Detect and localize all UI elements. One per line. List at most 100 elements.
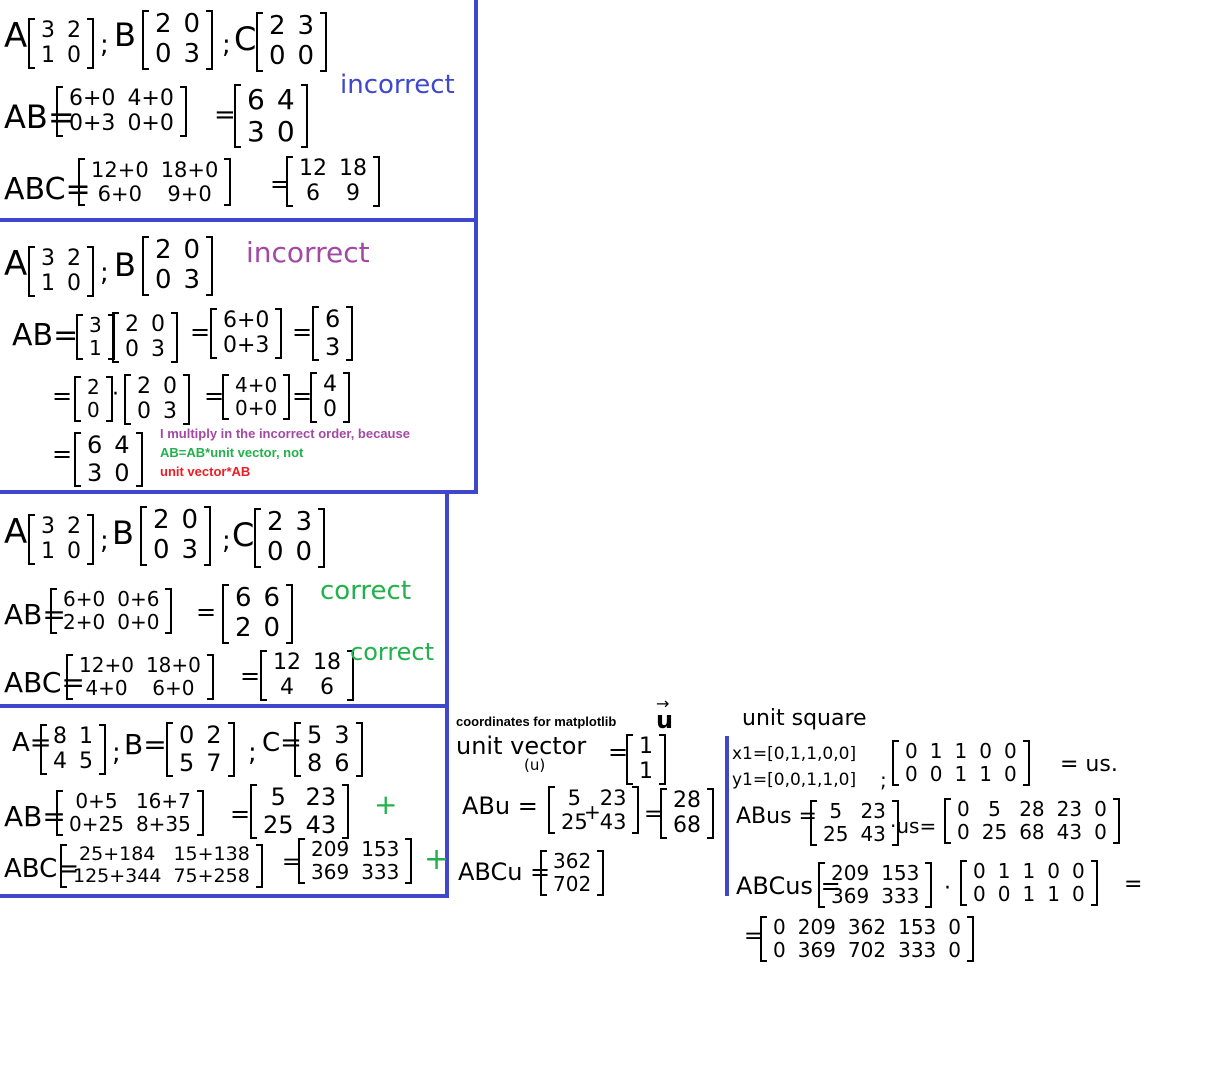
matrix-cell: 18 (313, 650, 341, 675)
equals: = (214, 100, 236, 130)
matrix-cell: 0+6 (117, 587, 160, 611)
left-bracket (210, 308, 217, 359)
matrix-cells: 12+0 18+0 4+0 6+0 (73, 654, 207, 700)
matrix-cells: 6620 (229, 583, 286, 644)
matrix-cell: 5 (307, 721, 323, 749)
left-bracket (222, 374, 229, 420)
left-bracket (286, 156, 293, 207)
right-bracket (342, 784, 350, 840)
matrix-cell: 0 (297, 40, 315, 71)
matrix-cell: 8 (307, 748, 323, 777)
matrix-cell: 3 (334, 721, 350, 749)
unit-square-title: unit square (742, 706, 867, 731)
matrix-cell: 0 (948, 938, 962, 962)
matrix-cell: 1 (41, 539, 55, 565)
matrix-cells: 5386 (301, 721, 356, 777)
matrix-cell: 18+0 (160, 158, 219, 182)
equals: = (196, 598, 217, 626)
matrix-cell: 0 (151, 312, 165, 337)
right-bracket (206, 654, 214, 700)
matrix-cells: 20 (81, 376, 106, 422)
matrix-cell: 25+184 (79, 843, 156, 865)
panel-3-correct: A 3210 ; B 2003 ; C 2300 AB= 6+0 0+6 2+0 0+… (0, 490, 449, 708)
matrix-cell: 43 (860, 822, 886, 846)
matrix-cell: 0 (125, 337, 139, 363)
matrix-cell: 0 (179, 721, 195, 749)
matrix-cell: 209 (311, 837, 350, 861)
matrix-cell: 0 (323, 397, 337, 423)
left-bracket (234, 84, 241, 149)
left-bracket (660, 788, 667, 839)
note-line-2: AB=AB*unit vector, not (160, 445, 304, 460)
matrix-cell: 3 (41, 18, 55, 43)
abus-dot: ·us= (890, 814, 937, 838)
left-bracket (944, 798, 951, 844)
abc-result-matrix: 12 18 6 9 (286, 156, 380, 207)
left-bracket (50, 588, 57, 634)
left-bracket (960, 860, 967, 906)
left-bracket (28, 514, 35, 565)
left-bracket (74, 376, 81, 422)
separator: ; (222, 30, 231, 60)
right-bracket (320, 12, 328, 72)
right-bracket (1022, 740, 1030, 786)
matrix-cells: 0 209 362 153 0 0 369 702 333 0 (767, 916, 967, 962)
ab-result-matrix: 6430 (234, 83, 308, 149)
label-b: B= (124, 728, 167, 761)
right-bracket (300, 84, 308, 149)
matrix-cell: 0 (295, 536, 313, 567)
left-bracket (140, 506, 147, 566)
label-c: C (232, 516, 255, 554)
equals: = (52, 382, 73, 410)
matrix-cell: 3 (151, 337, 165, 363)
matrix-cell: 3 (183, 38, 201, 69)
matrix-cell: 9 (346, 181, 360, 207)
matrix-cell: 6 (247, 83, 265, 116)
separator: ; (222, 526, 231, 556)
matrix-cell: 6+0 (69, 86, 116, 111)
matrix-cell: 4 (114, 431, 130, 459)
matrix-cell: 0+3 (223, 333, 270, 359)
matrix-cell: 0 (1071, 882, 1085, 906)
equals: = (52, 440, 73, 468)
matrix-cell: 0 (979, 739, 992, 763)
left-bracket (74, 432, 81, 488)
abu-result: 28 68 (660, 788, 714, 839)
matrix-cell: 0+5 (75, 789, 118, 813)
matrix-cells: 6+0 0+6 2+0 0+0 (57, 588, 165, 634)
matrix-cell: 0 (1003, 739, 1017, 763)
matrix-cell: 5 (179, 748, 195, 777)
left-bracket (56, 790, 63, 836)
left-bracket (760, 916, 767, 962)
matrix-cell: 0+3 (69, 111, 116, 137)
left-bracket (142, 10, 149, 70)
matrix-cell: 5 (270, 783, 286, 811)
separator: ; (100, 30, 109, 60)
left-bracket (40, 724, 47, 775)
matrix-cell: 702 (553, 872, 592, 896)
result-matrix: 6430 (74, 431, 143, 488)
abu-label: ABu = (462, 792, 538, 820)
matrix-b: 2003 (124, 374, 190, 425)
matrix-cell: 0 (155, 264, 172, 295)
matrix-cell: 0+0 (235, 396, 278, 420)
matrix-cells: 2003 (149, 9, 206, 70)
matrix-cell: 12+0 (91, 158, 149, 182)
ab-expansion-matrix: 6+0 0+6 2+0 0+0 (50, 588, 173, 634)
right-bracket (343, 372, 350, 423)
abc-result-matrix: 12 18 4 6 (260, 650, 354, 701)
matrix-cell: 0 (267, 536, 284, 567)
matrix-cell: 9+0 (167, 182, 212, 207)
matrix-cell: 2 (153, 505, 170, 535)
matrix-cell: 8+35 (135, 812, 191, 836)
matrix-cell: 5 (829, 799, 843, 823)
label-b: B (114, 16, 136, 54)
left-bracket (124, 374, 131, 425)
right-bracket (165, 588, 173, 634)
matrix-cells: 209 153 369 333 (305, 838, 405, 884)
equals: = (1124, 872, 1143, 897)
matrix-cell: 25 (823, 822, 849, 846)
matrix-cell: 0+0 (117, 610, 160, 634)
right-bracket (204, 506, 212, 566)
matrix-cell: 4+0 (85, 676, 128, 700)
